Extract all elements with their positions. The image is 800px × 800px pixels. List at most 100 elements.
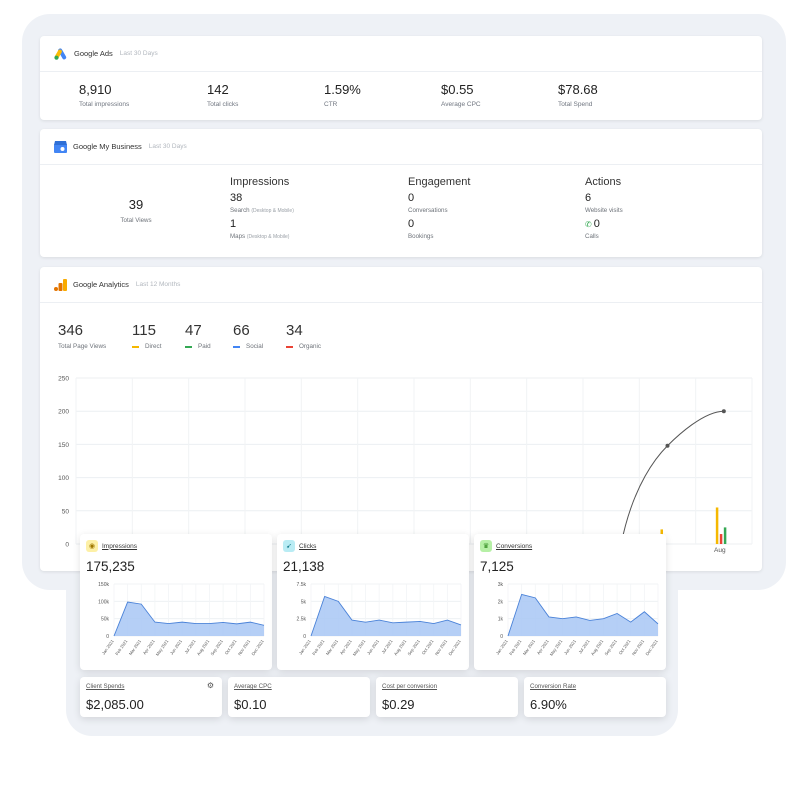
impressions-area-chart: 050k100k150kJan 2021 Feb 2021 Mar 2021 Apr … bbox=[98, 582, 265, 657]
phone-icon: ✆ bbox=[585, 219, 592, 229]
x-tick-label: Oct 2021 bbox=[421, 638, 435, 655]
x-tick-label: Mar 2021 bbox=[522, 638, 537, 656]
x-tick-label: Jul 2021 bbox=[380, 638, 394, 654]
x-tick-label: Jan 2021 bbox=[298, 638, 312, 656]
y-tick-label: 50 bbox=[62, 508, 70, 515]
channel-label: Social bbox=[246, 343, 264, 350]
stat-label: Total impressions bbox=[79, 101, 130, 108]
page-views-value: 346 bbox=[58, 322, 84, 339]
channel-label: Direct bbox=[145, 343, 162, 350]
stat-ctr: 1.59% CTR bbox=[324, 82, 361, 108]
conversions-panel-title[interactable]: Conversions bbox=[496, 543, 532, 550]
google-ads-title: Google Ads bbox=[74, 49, 113, 58]
y-tick-label: 100 bbox=[58, 475, 69, 482]
y-tick-label: 250 bbox=[58, 376, 69, 383]
conversations-value: 0 bbox=[408, 192, 415, 204]
search-label: Search (Desktop & Mobile) bbox=[230, 207, 294, 214]
impressions-heading: Impressions bbox=[230, 176, 290, 188]
data-point bbox=[665, 443, 670, 448]
channel-social: 66 Social bbox=[233, 322, 263, 350]
legend-swatch bbox=[233, 345, 240, 348]
stat-value: $0.55 bbox=[441, 82, 474, 97]
y-tick-label: 100k bbox=[98, 599, 109, 605]
website-visits-value: 6 bbox=[585, 192, 592, 204]
channel-organic: 34 Organic bbox=[286, 322, 321, 350]
clicks-area-chart: 02.5k5k7.5kJan 2021 Feb 2021 Mar 2021 Apr 2… bbox=[297, 582, 463, 657]
gmb-engagement-column: Engagement 0 Conversations 0 Bookings bbox=[408, 176, 470, 240]
x-tick-label: Jan 2021 bbox=[101, 638, 115, 656]
conversions-panel[interactable]: 0 1k 2k 3k Jan 2021 Feb 2021 Mar 2021 Apr 2021 M… bbox=[474, 534, 666, 670]
stat-total-spend: $78.68 Total Spend bbox=[558, 82, 598, 108]
stat-value: 1.59% bbox=[324, 82, 361, 97]
x-tick-label: Oct 2021 bbox=[224, 638, 238, 655]
trophy-icon: ♛ bbox=[480, 540, 492, 552]
maps-label: Maps (Desktop & Mobile) bbox=[230, 233, 290, 240]
stat-value: 8,910 bbox=[79, 82, 112, 97]
channel-value: 115 bbox=[132, 322, 156, 339]
kpi-label[interactable]: Average CPC bbox=[234, 683, 272, 690]
google-analytics-logo-icon bbox=[54, 278, 67, 291]
clicks-panel[interactable]: 0 2.5k 5k 7.5k Jan 2021 Feb 2021 Mar 2021 Apr 2… bbox=[277, 534, 469, 670]
website-visits-label: Website visits bbox=[585, 207, 623, 214]
stat-label: Average CPC bbox=[441, 101, 481, 108]
x-tick-label: Apr 2021 bbox=[339, 638, 353, 655]
analytics-title: Google Analytics bbox=[73, 280, 129, 289]
x-tick-label: Apr 2021 bbox=[536, 638, 550, 655]
calls-label: Calls bbox=[585, 233, 599, 240]
kpi-client-spends: Client Spends ⚙ $2,085.00 bbox=[80, 677, 222, 717]
y-tick-label: 7.5k bbox=[297, 582, 307, 588]
x-tick-label: Aug bbox=[714, 547, 726, 554]
bar-organic bbox=[719, 534, 723, 544]
kpi-label[interactable]: Cost per conversion bbox=[382, 683, 437, 690]
x-tick-label: Jul 2021 bbox=[183, 638, 197, 654]
page-views-label: Total Page Views bbox=[58, 343, 107, 350]
x-tick-label: Oct 2021 bbox=[618, 638, 632, 655]
kpi-average-cpc: Average CPC $0.10 bbox=[228, 677, 370, 717]
kpi-label[interactable]: Conversion Rate bbox=[530, 683, 576, 690]
analytics-range: Last 12 Months bbox=[135, 281, 181, 288]
legend-swatch bbox=[286, 345, 293, 348]
y-tick-label: 5k bbox=[301, 599, 307, 605]
gmb-header: Google My Business Last 30 Days bbox=[40, 129, 762, 165]
gear-icon[interactable]: ⚙ bbox=[207, 681, 214, 690]
x-tick-label: Jan 2021 bbox=[495, 638, 509, 656]
stat-label: Total Spend bbox=[558, 101, 593, 108]
bookings-value: 0 bbox=[408, 218, 415, 230]
stat-value: $78.68 bbox=[558, 82, 598, 97]
actions-heading: Actions bbox=[585, 176, 622, 188]
search-value: 38 bbox=[230, 192, 243, 204]
stat-total-impressions: 8,910 Total impressions bbox=[79, 82, 129, 108]
x-tick-label: May 2021 bbox=[549, 638, 564, 656]
x-tick-label: Sep 2021 bbox=[407, 638, 422, 656]
maps-value: 1 bbox=[230, 218, 237, 230]
kpi-label[interactable]: Client Spends bbox=[86, 683, 125, 690]
impressions-panel[interactable]: 0 50k 100k 150k Jan 2021 Feb 2021 Mar 2021 Apr … bbox=[80, 534, 272, 670]
y-tick-label: 150 bbox=[58, 442, 69, 449]
stat-average-cpc: $0.55 Average CPC bbox=[441, 82, 481, 108]
google-my-business-card: Google My Business Last 30 Days 39 Total… bbox=[40, 129, 762, 257]
legend-swatch bbox=[132, 345, 139, 348]
kpi-value: 6.90% bbox=[530, 697, 567, 712]
gmb-title: Google My Business bbox=[73, 142, 142, 151]
total-page-views: 346 Total Page Views bbox=[58, 322, 106, 350]
x-tick-label: Mar 2021 bbox=[128, 638, 143, 656]
channel-value: 47 bbox=[185, 322, 202, 339]
gmb-range: Last 30 Days bbox=[148, 143, 187, 150]
bar-paid bbox=[723, 527, 727, 544]
impressions-panel-title[interactable]: Impressions bbox=[102, 543, 137, 550]
y-tick-label: 2.5k bbox=[297, 617, 307, 623]
engagement-heading: Engagement bbox=[408, 176, 471, 188]
google-ads-card: Google Ads Last 30 Days 8,910 Total impr… bbox=[40, 36, 762, 120]
conversations-label: Conversations bbox=[408, 207, 448, 214]
stat-total-clicks: 142 Total clicks bbox=[207, 82, 238, 108]
stat-value: 142 bbox=[207, 82, 229, 97]
google-ads-range: Last 30 Days bbox=[119, 50, 158, 57]
area-fill bbox=[311, 596, 461, 636]
clicks-panel-title[interactable]: Clicks bbox=[299, 543, 316, 550]
gmb-actions-column: Actions 6 Website visits ✆ 0 Calls bbox=[585, 176, 623, 240]
x-tick-label: Mar 2021 bbox=[325, 638, 340, 656]
y-tick-label: 50k bbox=[101, 617, 110, 623]
gmb-impressions-column: Impressions 38 Search (Desktop & Mobile)… bbox=[230, 176, 294, 240]
x-tick-label: Jun 2021 bbox=[563, 638, 577, 656]
x-tick-label: Jun 2021 bbox=[169, 638, 183, 656]
